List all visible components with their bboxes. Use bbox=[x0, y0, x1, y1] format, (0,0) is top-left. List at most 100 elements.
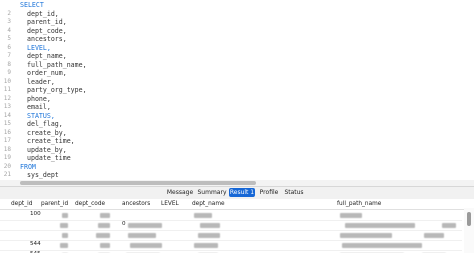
redacted-value bbox=[194, 243, 218, 248]
code-text: dept_id, bbox=[27, 9, 59, 18]
code-line: 20 FROM bbox=[0, 163, 474, 172]
code-line: SELECT bbox=[0, 1, 474, 10]
code-text: create_by, bbox=[27, 128, 67, 137]
code-line: 3 parent_id, bbox=[0, 18, 474, 27]
code-text: STATUS, bbox=[27, 111, 55, 120]
column-header[interactable]: dept_code bbox=[75, 201, 105, 207]
line-number: 11 bbox=[3, 86, 11, 93]
code-text: phone, bbox=[27, 94, 51, 103]
code-text: dept_name, bbox=[27, 52, 67, 60]
code-line: 2 dept_id, bbox=[0, 10, 474, 19]
code-text: order_num, bbox=[27, 69, 67, 77]
cell-dept-id[interactable]: 544 bbox=[30, 241, 41, 247]
column-header[interactable]: full_path_name bbox=[337, 201, 381, 207]
line-number: 21 bbox=[3, 171, 11, 178]
redacted-value bbox=[200, 223, 220, 228]
redacted-value bbox=[62, 213, 68, 218]
line-number: 17 bbox=[3, 137, 11, 144]
column-header[interactable]: dept_name bbox=[192, 201, 225, 207]
line-number: 14 bbox=[3, 111, 11, 119]
code-text: update_time bbox=[27, 154, 71, 162]
redacted-value bbox=[340, 213, 362, 218]
tab-profile[interactable]: Profile bbox=[258, 188, 280, 197]
line-number: 18 bbox=[3, 145, 11, 153]
line-number: 7 bbox=[7, 52, 11, 59]
code-line: 9 order_num, bbox=[0, 69, 474, 78]
code-text: SELECT bbox=[20, 1, 44, 9]
redacted-value bbox=[442, 223, 456, 228]
code-line: 5 ancestors, bbox=[0, 35, 474, 44]
sql-editor[interactable]: SELECT 2 dept_id, 3 parent_id, 4 dept_code, 5 an… bbox=[0, 0, 474, 180]
redacted-value bbox=[198, 233, 220, 238]
scrollbar-thumb[interactable] bbox=[467, 212, 471, 226]
cell-dept-id[interactable]: 100 bbox=[30, 211, 41, 217]
code-text: sys_dept bbox=[27, 171, 59, 179]
line-number: 20 bbox=[3, 162, 11, 170]
line-number: 13 bbox=[3, 103, 11, 110]
code-text: parent_id, bbox=[27, 18, 67, 26]
column-header[interactable]: LEVEL bbox=[161, 201, 179, 207]
code-line: 8 full_path_name, bbox=[0, 61, 474, 70]
redacted-value bbox=[98, 223, 110, 228]
redacted-value bbox=[60, 243, 68, 248]
grid-vertical-scrollbar[interactable] bbox=[464, 208, 474, 253]
line-number: 15 bbox=[3, 120, 11, 127]
code-text: party_org_type, bbox=[27, 86, 87, 94]
code-text: full_path_name, bbox=[27, 60, 87, 69]
tab-result-1[interactable]: Result 1 bbox=[229, 188, 255, 197]
code-line: 6 LEVEL, bbox=[0, 44, 474, 53]
redacted-value bbox=[128, 233, 156, 238]
scrollbar-thumb[interactable] bbox=[20, 181, 256, 185]
code-line: 17 create_time, bbox=[0, 137, 474, 146]
redacted-value bbox=[194, 213, 212, 218]
code-line: 7 dept_name, bbox=[0, 52, 474, 61]
code-line: 16 create_by, bbox=[0, 129, 474, 138]
tab-message[interactable]: Message bbox=[165, 188, 195, 197]
line-number: 2 bbox=[7, 9, 11, 17]
grid-header: dept_id parent_id dept_code ancestors LEVEL d… bbox=[0, 199, 474, 210]
redacted-value bbox=[96, 233, 110, 238]
code-line: 15 del_flag, bbox=[0, 120, 474, 129]
code-line: 11 party_org_type, bbox=[0, 86, 474, 95]
code-text: ancestors, bbox=[27, 35, 67, 43]
code-line: 12 phone, bbox=[0, 95, 474, 104]
code-text: update_by, bbox=[27, 145, 67, 154]
code-text: dept_code, bbox=[27, 26, 67, 35]
line-number: 19 bbox=[3, 154, 11, 161]
line-number: 5 bbox=[7, 35, 11, 42]
line-number: 12 bbox=[3, 94, 11, 102]
redacted-value bbox=[424, 233, 444, 238]
result-tab-bar: Message Summary Result 1 Profile Status bbox=[0, 186, 474, 200]
code-line: 18 update_by, bbox=[0, 146, 474, 155]
code-text: email, bbox=[27, 103, 51, 111]
code-text: FROM bbox=[20, 162, 36, 171]
line-number: 16 bbox=[3, 128, 11, 136]
column-header[interactable]: parent_id bbox=[41, 201, 68, 207]
line-number: 6 bbox=[7, 43, 11, 51]
redacted-value bbox=[60, 223, 68, 228]
cell-ancestors[interactable]: 0 bbox=[122, 221, 126, 227]
redacted-value bbox=[340, 233, 392, 238]
redacted-value bbox=[128, 223, 162, 228]
redacted-value bbox=[345, 223, 415, 228]
code-line: 13 email, bbox=[0, 103, 474, 112]
code-text: LEVEL, bbox=[27, 43, 51, 52]
tab-summary[interactable]: Summary bbox=[197, 188, 227, 197]
redacted-value bbox=[62, 233, 68, 238]
code-text: del_flag, bbox=[27, 120, 63, 128]
line-number: 4 bbox=[7, 26, 11, 34]
code-line: 19 update_time bbox=[0, 154, 474, 163]
code-text: create_time, bbox=[27, 137, 75, 145]
code-line: 4 dept_code, bbox=[0, 27, 474, 36]
result-grid[interactable]: dept_id parent_id dept_code ancestors LEVEL d… bbox=[0, 199, 474, 253]
redacted-value bbox=[342, 243, 422, 248]
redacted-value bbox=[100, 213, 110, 218]
code-line: 14 STATUS, bbox=[0, 112, 474, 121]
line-number: 9 bbox=[7, 69, 11, 76]
tab-status[interactable]: Status bbox=[283, 188, 305, 197]
redacted-value bbox=[100, 243, 110, 248]
column-header[interactable]: ancestors bbox=[122, 201, 150, 207]
column-header[interactable]: dept_id bbox=[11, 201, 32, 207]
line-number: 3 bbox=[7, 18, 11, 25]
code-line: 10 leader, bbox=[0, 78, 474, 87]
